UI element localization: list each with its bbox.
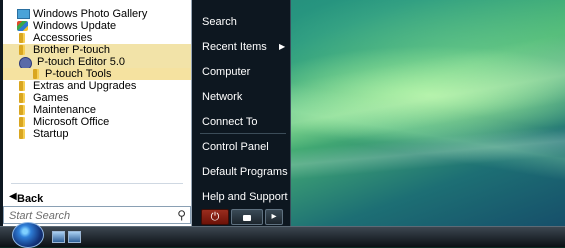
switch-windows-icon[interactable] [68, 231, 81, 243]
folder-icon [19, 117, 23, 127]
list-item-startup[interactable]: Startup [3, 128, 191, 140]
network-link[interactable]: Network [202, 91, 242, 103]
start-menu: Windows Photo Gallery Windows Update Acc… [0, 0, 291, 226]
shutdown-options-button[interactable]: ▸ [265, 209, 283, 225]
program-label: Microsoft Office [33, 116, 110, 128]
search-icon[interactable]: ⚲ [177, 208, 186, 222]
folder-icon [19, 33, 23, 43]
computer-link[interactable]: Computer [202, 66, 250, 78]
program-label: Brother P-touch [33, 44, 111, 56]
divider [11, 183, 183, 184]
start-orb-button[interactable] [12, 222, 44, 248]
list-item-ptouch-tools[interactable]: P-touch Tools [3, 68, 191, 80]
folder-icon [19, 81, 23, 91]
help-and-support-link[interactable]: Help and Support [202, 191, 288, 203]
power-button[interactable]: ⏻ [201, 209, 229, 225]
program-label: Games [33, 92, 69, 104]
connect-to-link[interactable]: Connect To [202, 116, 257, 128]
search-placeholder: Start Search [9, 210, 71, 222]
programs-pane: Windows Photo Gallery Windows Update Acc… [3, 0, 192, 226]
program-label: Accessories [33, 32, 93, 44]
list-item-microsoft-office[interactable]: Microsoft Office [3, 116, 191, 128]
taskbar [0, 226, 565, 247]
list-item-windows-photo-gallery[interactable]: Windows Photo Gallery [3, 8, 191, 20]
divider [200, 133, 286, 134]
power-icon: ⏻ [210, 211, 220, 223]
recent-items-link[interactable]: Recent Items [202, 41, 267, 53]
folder-icon [33, 69, 37, 79]
back-button[interactable]: Back [17, 193, 43, 205]
folder-icon [19, 45, 23, 55]
folder-icon [19, 105, 23, 115]
program-label: P-touch Tools [45, 68, 112, 80]
lock-button[interactable] [231, 209, 263, 225]
program-label: Extras and Upgrades [33, 80, 137, 92]
search-link[interactable]: Search [202, 16, 237, 28]
list-item-maintenance[interactable]: Maintenance [3, 104, 191, 116]
list-item-windows-update[interactable]: Windows Update [3, 20, 191, 32]
arrow-right-icon: ▸ [271, 211, 277, 222]
control-panel-link[interactable]: Control Panel [202, 141, 269, 153]
folder-icon [19, 129, 23, 139]
photo-gallery-icon [17, 9, 30, 19]
program-label: P-touch Editor 5.0 [37, 56, 126, 68]
list-item-games[interactable]: Games [3, 92, 191, 104]
back-arrow-icon[interactable]: ◀ [9, 191, 17, 202]
lock-icon [243, 215, 251, 221]
show-desktop-icon[interactable] [52, 231, 65, 243]
list-item-ptouch-editor[interactable]: P-touch Editor 5.0 [3, 56, 191, 70]
submenu-arrow-icon: ▶ [279, 42, 286, 51]
right-pane: Search Recent Items ▶ Computer Network C… [196, 0, 290, 226]
list-item-accessories[interactable]: Accessories [3, 32, 191, 44]
folder-icon [19, 93, 23, 103]
program-label: Windows Photo Gallery [33, 8, 148, 20]
program-label: Windows Update [33, 20, 117, 32]
program-label: Startup [33, 128, 69, 140]
power-controls: ⏻ ▸ [201, 209, 283, 225]
list-item-extras-and-upgrades[interactable]: Extras and Upgrades [3, 80, 191, 92]
windows-update-icon [17, 21, 28, 31]
default-programs-link[interactable]: Default Programs [202, 166, 288, 178]
all-programs-list: Windows Photo Gallery Windows Update Acc… [3, 8, 191, 140]
program-label: Maintenance [33, 104, 96, 116]
list-item-brother-ptouch[interactable]: Brother P-touch [3, 44, 191, 56]
